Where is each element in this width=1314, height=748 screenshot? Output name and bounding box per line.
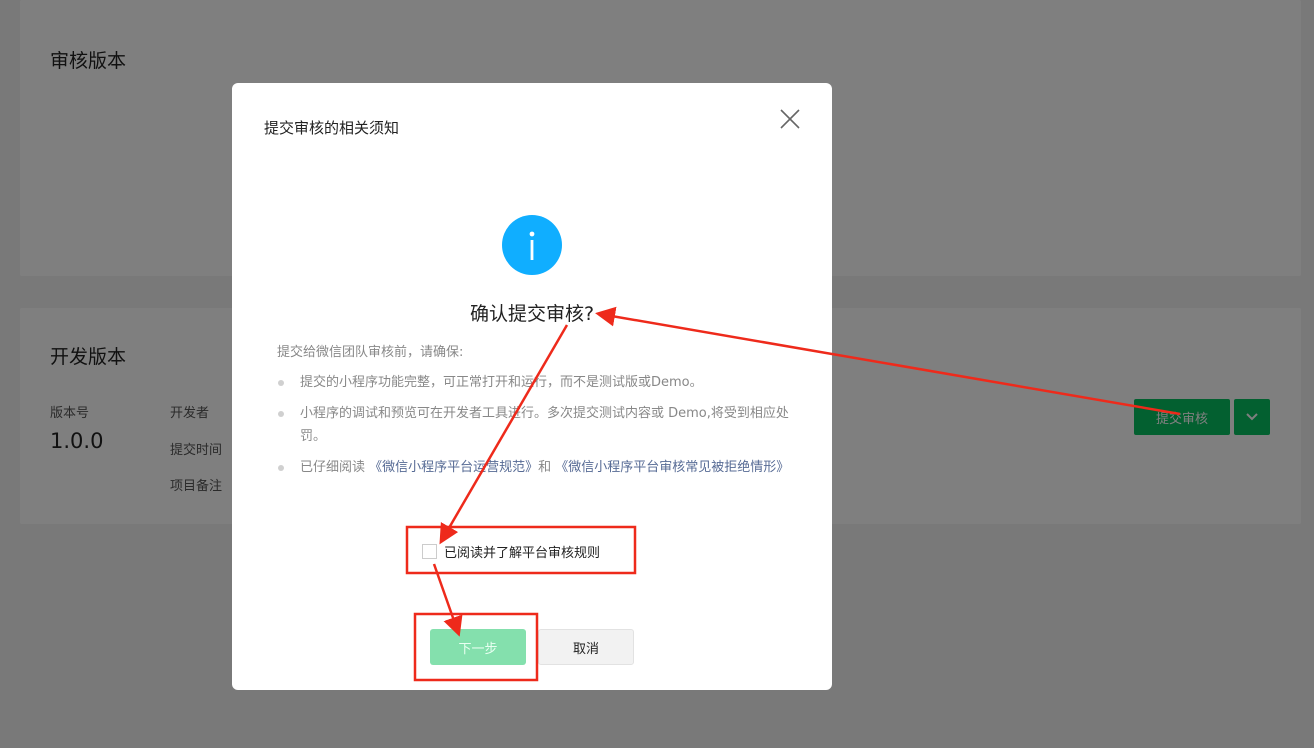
next-step-button[interactable]: 下一步 — [430, 629, 526, 665]
agree-checkbox-row[interactable]: 已阅读并了解平台审核规则 — [422, 542, 600, 561]
page: 审核版本 开发版本 版本号 1.0.0 开发者 提交时间 项目备注 提交审核 提… — [0, 0, 1314, 748]
rule-item: 提交的小程序功能完整，可正常打开和运行，而不是测试版或Demo。 — [276, 371, 796, 394]
rule-text: 已仔细阅读 — [300, 460, 370, 475]
close-icon — [780, 109, 800, 129]
agree-label: 已阅读并了解平台审核规则 — [444, 546, 601, 561]
rules-list: 提交的小程序功能完整，可正常打开和运行，而不是测试版或Demo。 小程序的调试和… — [276, 371, 796, 487]
rule-text: 和 — [538, 460, 556, 475]
rule-item: 已仔细阅读 《微信小程序平台运营规范》和 《微信小程序平台审核常见被拒绝情形》 — [276, 456, 796, 479]
info-icon — [502, 215, 562, 275]
intro-text: 提交给微信团队审核前，请确保: — [277, 345, 464, 360]
operation-rules-link[interactable]: 《微信小程序平台运营规范》 — [369, 460, 538, 475]
agree-checkbox[interactable] — [422, 544, 437, 559]
close-button[interactable] — [778, 107, 802, 131]
cancel-button[interactable]: 取消 — [538, 629, 634, 665]
dialog-title: 提交审核的相关须知 — [264, 119, 400, 137]
rule-text: 提交的小程序功能完整，可正常打开和运行，而不是测试版或Demo。 — [300, 375, 703, 390]
submit-review-dialog: 提交审核的相关须知 确认提交审核? 提交给微信团队审核前，请确保: 提交的小程序… — [232, 83, 832, 690]
confirm-heading: 确认提交审核? — [469, 303, 595, 325]
rejection-cases-link[interactable]: 《微信小程序平台审核常见被拒绝情形》 — [555, 460, 789, 475]
rule-text: 小程序的调试和预览可在开发者工具进行。多次提交测试内容或 Demo,将受到相应处… — [300, 406, 789, 444]
rule-item: 小程序的调试和预览可在开发者工具进行。多次提交测试内容或 Demo,将受到相应处… — [276, 402, 796, 448]
